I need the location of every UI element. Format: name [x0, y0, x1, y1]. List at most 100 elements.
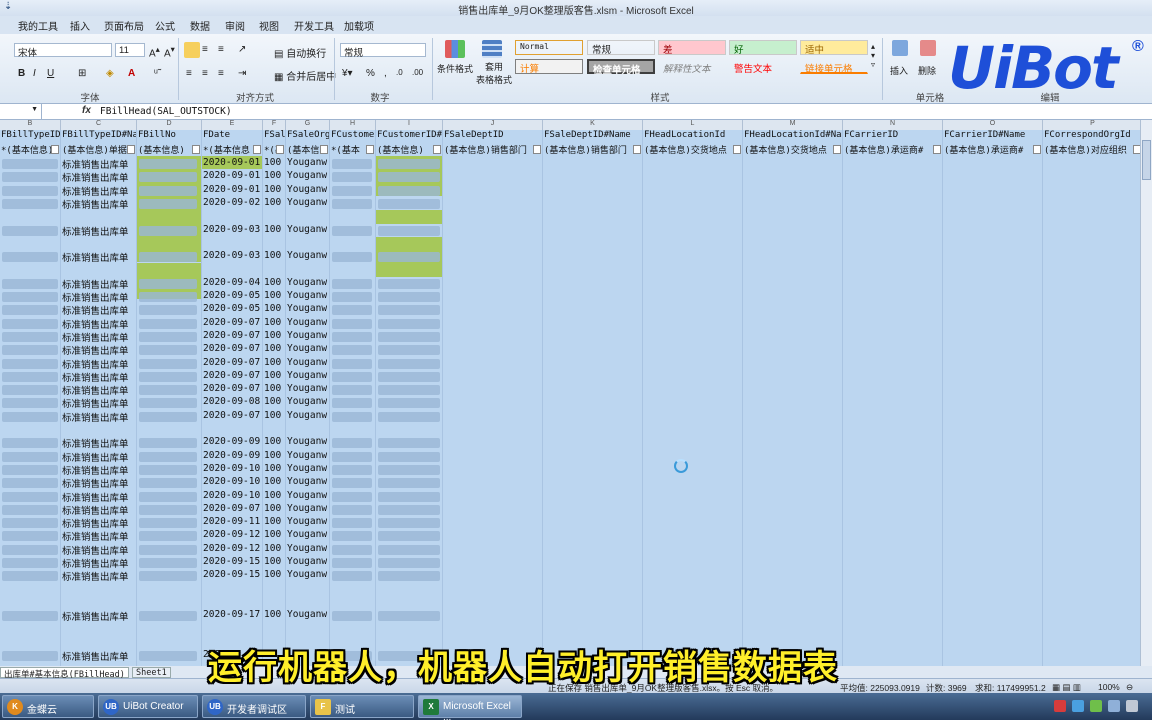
cell-date[interactable]: 2020-09-07: [203, 317, 260, 330]
header-field-name[interactable]: FCustomerID#: [376, 130, 443, 143]
insert-cells-icon[interactable]: [892, 40, 908, 56]
tab-page-layout[interactable]: 页面布局: [104, 18, 144, 33]
filter-dropdown-icon[interactable]: [1033, 145, 1041, 154]
cell-bill-type[interactable]: 标准销售出库单: [62, 277, 129, 290]
cell-sale-org-name[interactable]: Youganw: [287, 317, 327, 330]
redacted-cell[interactable]: [2, 438, 58, 448]
redacted-cell[interactable]: [2, 412, 58, 422]
header-field-name[interactable]: FDate: [202, 130, 263, 143]
redacted-cell[interactable]: [139, 651, 197, 661]
conditional-format-icon[interactable]: [445, 40, 465, 58]
align-center-icon[interactable]: ≡: [202, 68, 208, 79]
number-format-combo[interactable]: 常规: [340, 43, 426, 59]
cell-sale-org-id[interactable]: 100: [264, 503, 281, 516]
delete-button[interactable]: 删除: [918, 64, 936, 77]
redacted-cell[interactable]: [332, 545, 372, 555]
redacted-cell[interactable]: [378, 252, 440, 262]
redacted-cell[interactable]: [139, 452, 197, 462]
header-field-caption[interactable]: (基本信息)单据: [61, 143, 137, 156]
cell-date[interactable]: 2020-09-09: [203, 450, 260, 463]
align-middle-icon[interactable]: ≡: [202, 44, 208, 55]
redacted-cell[interactable]: [332, 305, 372, 315]
redacted-cell[interactable]: [378, 398, 440, 408]
redacted-cell[interactable]: [2, 478, 58, 488]
redacted-cell[interactable]: [2, 199, 58, 209]
redacted-cell[interactable]: [2, 465, 58, 475]
redacted-cell[interactable]: [139, 186, 197, 196]
redacted-cell[interactable]: [2, 319, 58, 329]
fill-color-icon[interactable]: ◈: [106, 68, 114, 79]
cell-sale-org-name[interactable]: Youganw: [287, 157, 327, 170]
redacted-cell[interactable]: [378, 186, 440, 196]
redacted-cell[interactable]: [332, 438, 372, 448]
redacted-cell[interactable]: [139, 545, 197, 555]
redacted-cell[interactable]: [378, 505, 440, 515]
cell-date[interactable]: 2020-09-15: [203, 569, 260, 582]
cell-date[interactable]: 2020-09-07: [203, 343, 260, 356]
cell-bill-type[interactable]: 标准销售出库单: [62, 383, 129, 396]
cell-bill-type[interactable]: 标准销售出库单: [62, 357, 129, 370]
cell-sale-org-id[interactable]: 100: [264, 476, 281, 489]
cell-sale-org-name[interactable]: Youganw: [287, 250, 327, 263]
redacted-cell[interactable]: [139, 292, 197, 302]
filter-dropdown-icon[interactable]: [933, 145, 941, 154]
name-box-dropdown-icon[interactable]: ▼: [31, 106, 38, 113]
cell-sale-org-id[interactable]: 100: [264, 290, 281, 303]
header-field-caption[interactable]: (基本信息)交货地点: [743, 143, 843, 156]
merge-center-button[interactable]: ▦ 合并后居中: [274, 68, 336, 83]
tab-developer[interactable]: 开发工具: [294, 18, 334, 33]
redacted-cell[interactable]: [378, 199, 440, 209]
redacted-cell[interactable]: [378, 412, 440, 422]
cell-sale-org-name[interactable]: Youganw: [287, 170, 327, 183]
currency-icon[interactable]: ¥▾: [342, 68, 353, 79]
sheet-tab-main[interactable]: 出库单#基本信息(FBillHead): [0, 667, 129, 680]
header-field-caption[interactable]: (基本信: [286, 143, 330, 156]
cell-date[interactable]: 2020-09-05: [203, 290, 260, 303]
redacted-cell[interactable]: [378, 279, 440, 289]
style-good[interactable]: 好: [729, 40, 797, 56]
taskbar-item-kingdee[interactable]: K 金蝶云: [2, 695, 94, 718]
tab-formulas[interactable]: 公式: [155, 18, 175, 33]
cell-date[interactable]: 2020-09-12: [203, 529, 260, 542]
header-field-name[interactable]: FSal: [263, 130, 286, 143]
redacted-cell[interactable]: [139, 505, 197, 515]
header-field-caption[interactable]: *(基: [263, 143, 286, 156]
tab-my-tools[interactable]: 我的工具: [18, 18, 58, 33]
redacted-cell[interactable]: [2, 359, 58, 369]
cell-sale-org-name[interactable]: Youganw: [287, 529, 327, 542]
header-field-caption[interactable]: (基本信息)对应组织: [1043, 143, 1140, 156]
cell-bill-type[interactable]: 标准销售出库单: [62, 224, 129, 237]
cell-bill-type[interactable]: 标准销售出库单: [62, 396, 129, 409]
redacted-cell[interactable]: [139, 305, 197, 315]
redacted-cell[interactable]: [332, 319, 372, 329]
filter-dropdown-icon[interactable]: [633, 145, 641, 154]
taskbar-item-folder-test[interactable]: F 测试: [310, 695, 414, 718]
redacted-cell[interactable]: [332, 332, 372, 342]
redacted-cell[interactable]: [2, 305, 58, 315]
redacted-cell[interactable]: [332, 186, 372, 196]
cell-sale-org-name[interactable]: Youganw: [287, 277, 327, 290]
redacted-cell[interactable]: [2, 172, 58, 182]
tab-view[interactable]: 视图: [259, 18, 279, 33]
cell-date[interactable]: 2020-09-15: [203, 556, 260, 569]
redacted-cell[interactable]: [139, 571, 197, 581]
redacted-cell[interactable]: [139, 385, 197, 395]
worksheet-grid[interactable]: BCDEFGHIJKLMNOPQ FBillTypeID *(基本信息) FBill…: [0, 120, 1140, 666]
filter-dropdown-icon[interactable]: [366, 145, 374, 154]
redacted-cell[interactable]: [139, 226, 197, 236]
cell-date[interactable]: 2020-09-07: [203, 357, 260, 370]
view-normal-icon[interactable]: ▦ ▤ ▥: [1052, 682, 1081, 693]
filter-dropdown-icon[interactable]: [127, 145, 135, 154]
taskbar-item-uibot-creator[interactable]: UB UiBot Creator: [98, 695, 198, 718]
redacted-cell[interactable]: [378, 305, 440, 315]
cell-sale-org-id[interactable]: 100: [264, 383, 281, 396]
cell-sale-org-name[interactable]: Youganw: [287, 410, 327, 423]
redacted-cell[interactable]: [139, 252, 197, 262]
redacted-cell[interactable]: [332, 558, 372, 568]
cell-bill-type[interactable]: 标准销售出库单: [62, 529, 129, 542]
header-field-name[interactable]: FBillTypeID: [0, 130, 61, 143]
redacted-cell[interactable]: [139, 159, 197, 169]
border-icon[interactable]: ⊞: [78, 68, 86, 79]
redacted-cell[interactable]: [139, 172, 197, 182]
cell-sale-org-id[interactable]: 100: [264, 170, 281, 183]
